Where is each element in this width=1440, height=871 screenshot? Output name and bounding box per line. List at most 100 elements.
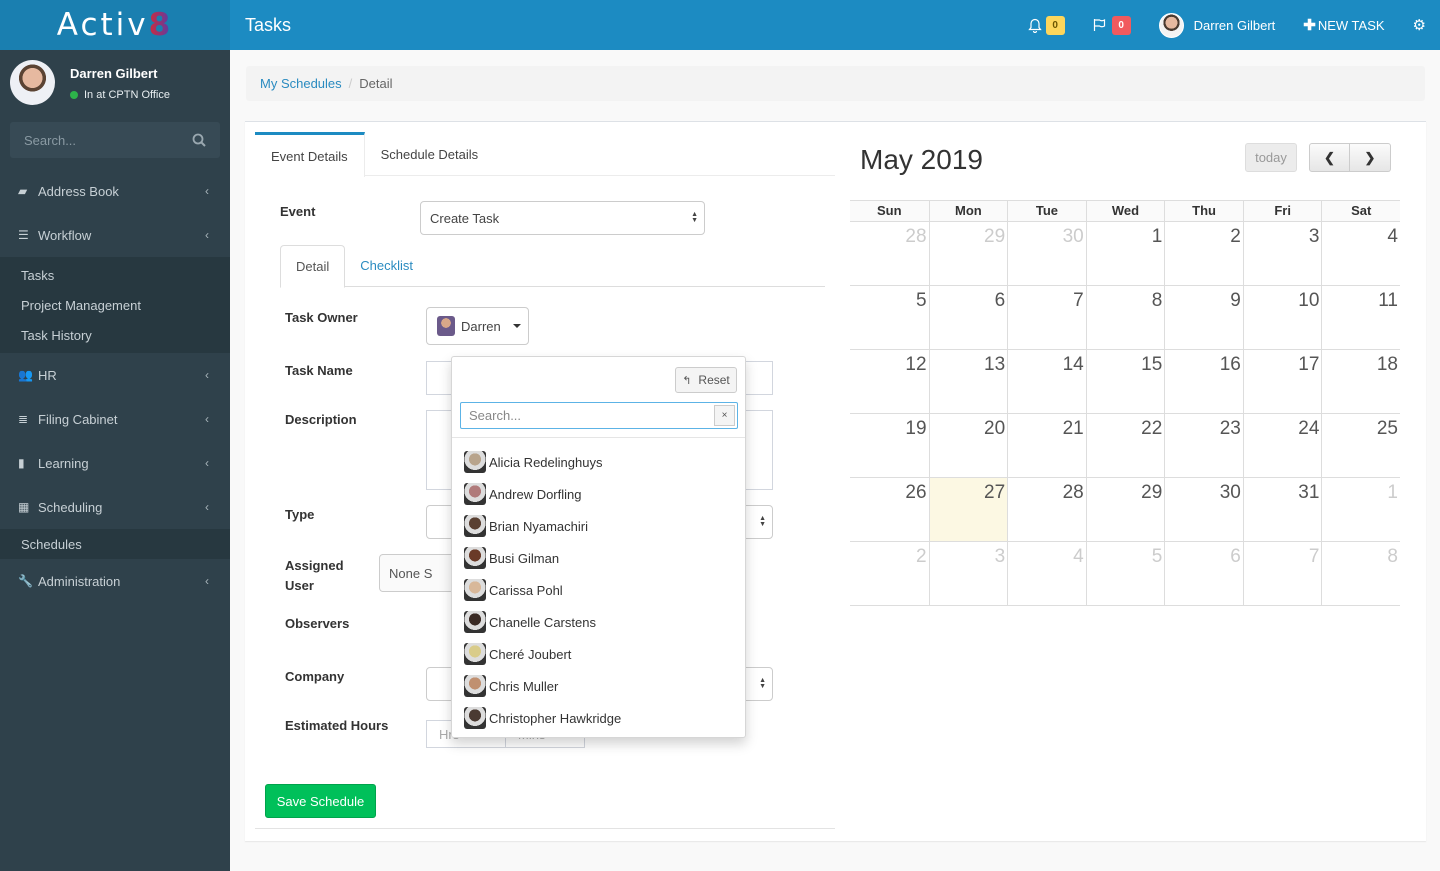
sidebar-item-filing-cabinet[interactable]: ≣ Filing Cabinet ‹ (0, 397, 230, 441)
flags-button[interactable]: 0 (1093, 15, 1131, 35)
calendar-day[interactable]: 17 (1242, 350, 1322, 414)
calendar-day[interactable]: 8 (1085, 286, 1165, 350)
calendar-day[interactable]: 23 (1164, 414, 1243, 478)
new-task-button[interactable]: ✚ NEW TASK (1303, 16, 1384, 34)
calendar-day[interactable]: 16 (1164, 350, 1243, 414)
calendar-day[interactable]: 29 (928, 222, 1008, 286)
event-select[interactable]: Create Task ▲ ▼ (420, 201, 705, 235)
calendar-day[interactable]: 31 (1242, 478, 1322, 542)
settings-button[interactable]: ⚙ (1413, 16, 1426, 34)
calendar-day[interactable]: 12 (850, 350, 929, 414)
calendar-day[interactable]: 1 (1085, 222, 1165, 286)
calendar-day[interactable]: 6 (928, 286, 1008, 350)
scheduling-submenu: Schedules (0, 529, 230, 559)
tab-event-details[interactable]: Event Details (255, 132, 365, 177)
calendar-day[interactable]: 5 (1085, 542, 1165, 606)
avatar (464, 643, 486, 665)
calendar-day[interactable]: 28 (850, 222, 929, 286)
calendar-day[interactable]: 3 (1242, 222, 1322, 286)
person-option[interactable]: Carissa Pohl (464, 574, 745, 606)
task-owner-dropdown-button[interactable]: Darren (426, 307, 529, 345)
notifications-button[interactable]: 0 (1027, 15, 1065, 35)
person-option[interactable]: Brian Nyamachiri (464, 510, 745, 542)
calendar-day[interactable]: 19 (850, 414, 929, 478)
calendar-day[interactable]: 7 (1242, 542, 1322, 606)
task-owner-label: Task Owner (285, 310, 358, 325)
calendar-day[interactable]: 2 (1164, 222, 1243, 286)
tab-checklist[interactable]: Checklist (345, 245, 428, 286)
book-icon: ▰ (18, 184, 28, 198)
tab-detail[interactable]: Detail (280, 245, 346, 288)
person-option[interactable]: Cheré Joubert (464, 638, 745, 670)
owner-search-input[interactable]: Search... × (460, 402, 738, 429)
save-schedule-button[interactable]: Save Schedule (265, 784, 376, 818)
next-month-button[interactable]: ❯ (1350, 143, 1391, 172)
calendar-day[interactable]: 24 (1242, 414, 1322, 478)
calendar-day[interactable]: 7 (1007, 286, 1086, 350)
calendar-day[interactable]: 11 (1321, 286, 1400, 350)
person-option[interactable]: Andrew Dorfling (464, 478, 745, 510)
calendar-day[interactable]: 25 (1321, 414, 1400, 478)
person-option[interactable]: Alicia Redelinghuys (464, 446, 745, 478)
chevron-left-icon: ‹ (205, 574, 209, 588)
inner-tabs: Detail Checklist (280, 245, 825, 288)
search-icon[interactable] (192, 133, 206, 147)
calendar-day[interactable]: 10 (1242, 286, 1322, 350)
breadcrumb-separator: / (348, 76, 353, 91)
calendar-day[interactable]: 2 (850, 542, 929, 606)
user-menu[interactable]: Darren Gilbert (1158, 12, 1275, 38)
calendar-day[interactable]: 6 (1164, 542, 1243, 606)
logo-bar[interactable]: Activ8 (0, 0, 230, 50)
sidebar-item-administration[interactable]: 🔧 Administration ‹ (0, 559, 230, 603)
sidebar-item-address-book[interactable]: ▰ Address Book ‹ (0, 169, 230, 213)
calendar-day[interactable]: 21 (1007, 414, 1086, 478)
prev-month-button[interactable]: ❮ (1309, 143, 1350, 172)
calendar-day[interactable]: 3 (928, 542, 1008, 606)
calendar-day[interactable]: 14 (1007, 350, 1086, 414)
person-option[interactable]: Christopher Hawkridge (464, 702, 745, 734)
calendar-day[interactable]: 4 (1007, 542, 1086, 606)
breadcrumb-my-schedules[interactable]: My Schedules (260, 76, 342, 91)
chevron-left-icon: ‹ (205, 456, 209, 470)
sidebar-item-schedules[interactable]: Schedules (0, 529, 230, 559)
reset-button[interactable]: ↰ Reset (675, 367, 737, 393)
today-button[interactable]: today (1245, 143, 1297, 172)
calendar-day[interactable]: 15 (1085, 350, 1165, 414)
calendar-day[interactable]: 5 (850, 286, 929, 350)
sidebar-item-learning[interactable]: ▮ Learning ‹ (0, 441, 230, 485)
people-list: Alicia Redelinghuys Andrew Dorfling Brian … (464, 446, 745, 734)
person-option[interactable]: Chris Muller (464, 670, 745, 702)
tab-schedule-details[interactable]: Schedule Details (365, 132, 495, 176)
calendar-day[interactable]: 28 (1007, 478, 1086, 542)
sidebar-item-project-management[interactable]: Project Management (0, 290, 230, 320)
avatar (464, 483, 486, 505)
sidebar-search-input[interactable]: Search... (10, 122, 220, 158)
calendar-day[interactable]: 29 (1085, 478, 1165, 542)
assigned-user-label: Assigned User (285, 558, 344, 593)
calendar-day[interactable]: 18 (1321, 350, 1400, 414)
gears-icon: ⚙ (1412, 17, 1426, 34)
select-arrows-icon: ▲ ▼ (759, 677, 766, 690)
calendar-day[interactable]: 20 (928, 414, 1008, 478)
notifications-badge: 0 (1045, 15, 1065, 35)
calendar-day-today[interactable]: 27 (928, 478, 1008, 542)
sidebar-item-scheduling[interactable]: ▦ Scheduling ‹ (0, 485, 230, 529)
calendar-day[interactable]: 30 (1164, 478, 1243, 542)
sidebar-item-workflow[interactable]: ☰ Workflow ‹ (0, 213, 230, 257)
calendar-day[interactable]: 22 (1085, 414, 1165, 478)
person-option[interactable]: Chanelle Carstens (464, 606, 745, 638)
sidebar-item-tasks[interactable]: Tasks (0, 260, 230, 290)
calendar-day[interactable]: 1 (1321, 478, 1400, 542)
sidebar-item-hr[interactable]: 👥 HR ‹ (0, 353, 230, 397)
clear-search-button[interactable]: × (714, 405, 735, 426)
observers-label: Observers (285, 616, 350, 631)
calendar-day[interactable]: 4 (1321, 222, 1400, 286)
person-option[interactable]: Busi Gilman (464, 542, 745, 574)
calendar-day[interactable]: 30 (1007, 222, 1086, 286)
sidebar-item-task-history[interactable]: Task History (0, 320, 230, 350)
calendar-day[interactable]: 13 (928, 350, 1008, 414)
calendar-day[interactable]: 8 (1321, 542, 1400, 606)
calendar-day[interactable]: 26 (850, 478, 929, 542)
calendar-day[interactable]: 9 (1164, 286, 1243, 350)
logo[interactable]: Activ8 (57, 7, 173, 43)
